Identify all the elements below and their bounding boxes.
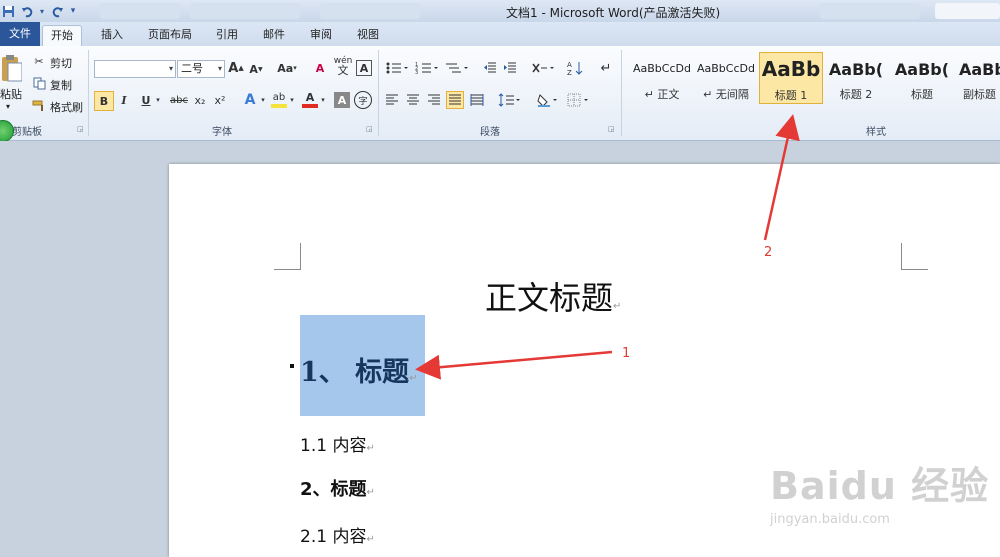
watermark-url: jingyan.baidu.com (770, 512, 890, 527)
annotation-label-1: 1 (622, 346, 631, 361)
baidu-watermark: Baidu 经验 jingyan.baidu.com (770, 455, 989, 527)
annotation-arrow-2 (763, 114, 800, 241)
annotation-label-2: 2 (764, 245, 773, 260)
annotation-arrow-1 (415, 350, 613, 380)
baidu-logo: Baidu 经验 (770, 464, 990, 508)
